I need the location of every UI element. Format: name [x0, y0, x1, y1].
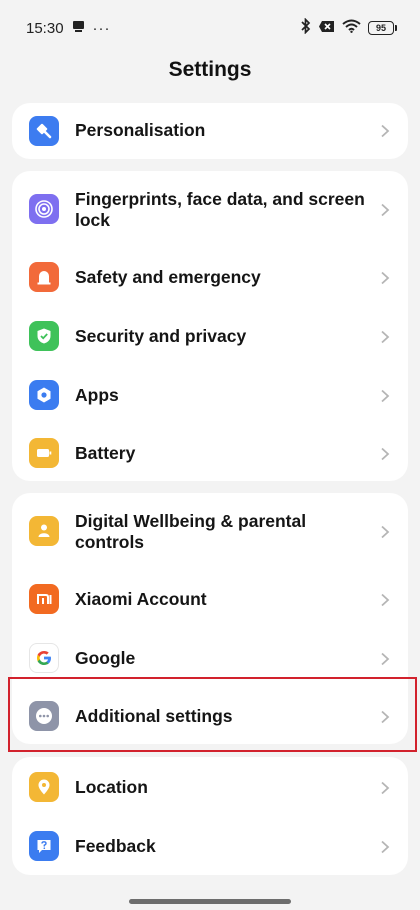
settings-item-safety[interactable]: Safety and emergency [12, 249, 408, 307]
settings-item-personalisation[interactable]: Personalisation [12, 103, 408, 159]
fingerprint-icon [29, 194, 59, 224]
shield-check-icon [29, 321, 59, 351]
chevron-right-icon [381, 593, 390, 607]
chevron-right-icon [381, 124, 390, 138]
settings-item-label: Fingerprints, face data, and screen lock [75, 189, 365, 230]
settings-card-personal: Personalisation [12, 103, 408, 159]
settings-item-label: Security and privacy [75, 326, 247, 346]
battery-level: 95 [375, 23, 386, 33]
settings-item-label: Safety and emergency [75, 267, 261, 287]
feedback-icon [29, 831, 59, 861]
chevron-right-icon [381, 389, 390, 403]
chevron-right-icon [381, 652, 390, 666]
page-title: Settings [168, 58, 252, 81]
chevron-right-icon [381, 447, 390, 461]
settings-item-label: Google [75, 648, 136, 668]
settings-item-label: Location [75, 777, 148, 797]
chevron-right-icon [381, 781, 390, 795]
settings-item-xiaomi-account[interactable]: Xiaomi Account [12, 571, 408, 629]
chevron-right-icon [381, 840, 390, 854]
settings-item-label: Feedback [75, 836, 156, 856]
settings-item-label: Personalisation [75, 120, 206, 140]
chevron-right-icon [381, 271, 390, 285]
chevron-right-icon [381, 525, 390, 539]
settings-card-misc: Location Feedback [12, 757, 408, 875]
chevron-right-icon [381, 203, 390, 217]
wifi-icon [342, 19, 361, 37]
no-sim-icon [318, 20, 335, 37]
settings-item-security-privacy[interactable]: Security and privacy [12, 307, 408, 366]
settings-item-apps[interactable]: Apps [12, 366, 408, 424]
wellbeing-icon [29, 516, 59, 546]
status-bar: 15:30 ··· 95 [0, 0, 420, 56]
paint-brush-icon [29, 116, 59, 146]
chevron-right-icon [381, 330, 390, 344]
status-time: 15:30 [26, 19, 64, 37]
status-left: 15:30 ··· [26, 20, 111, 37]
siren-icon [29, 262, 59, 292]
settings-item-digital-wellbeing[interactable]: Digital Wellbeing & parental controls [12, 493, 408, 571]
settings-item-label: Battery [75, 443, 136, 463]
status-dots: ··· [92, 19, 111, 37]
apps-hexagon-icon [29, 380, 59, 410]
highlight-box [8, 677, 417, 752]
home-indicator[interactable] [129, 899, 291, 904]
settings-card-security: Fingerprints, face data, and screen lock… [12, 171, 408, 481]
settings-item-feedback[interactable]: Feedback [12, 816, 408, 875]
settings-item-battery[interactable]: Battery [12, 424, 408, 481]
settings-item-label: Apps [75, 385, 119, 405]
mi-logo-icon [29, 584, 59, 614]
location-pin-icon [29, 772, 59, 802]
battery-icon [29, 438, 59, 468]
settings-item-fingerprints[interactable]: Fingerprints, face data, and screen lock [12, 171, 408, 249]
bluetooth-icon [300, 17, 311, 38]
notification-card-icon [72, 20, 85, 37]
settings-item-label: Xiaomi Account [75, 589, 207, 609]
settings-item-label: Digital Wellbeing & parental controls [75, 511, 307, 552]
google-g-icon [29, 643, 59, 673]
settings-item-location[interactable]: Location [12, 757, 408, 816]
battery-icon: 95 [368, 21, 397, 35]
status-right: 95 [300, 17, 397, 38]
